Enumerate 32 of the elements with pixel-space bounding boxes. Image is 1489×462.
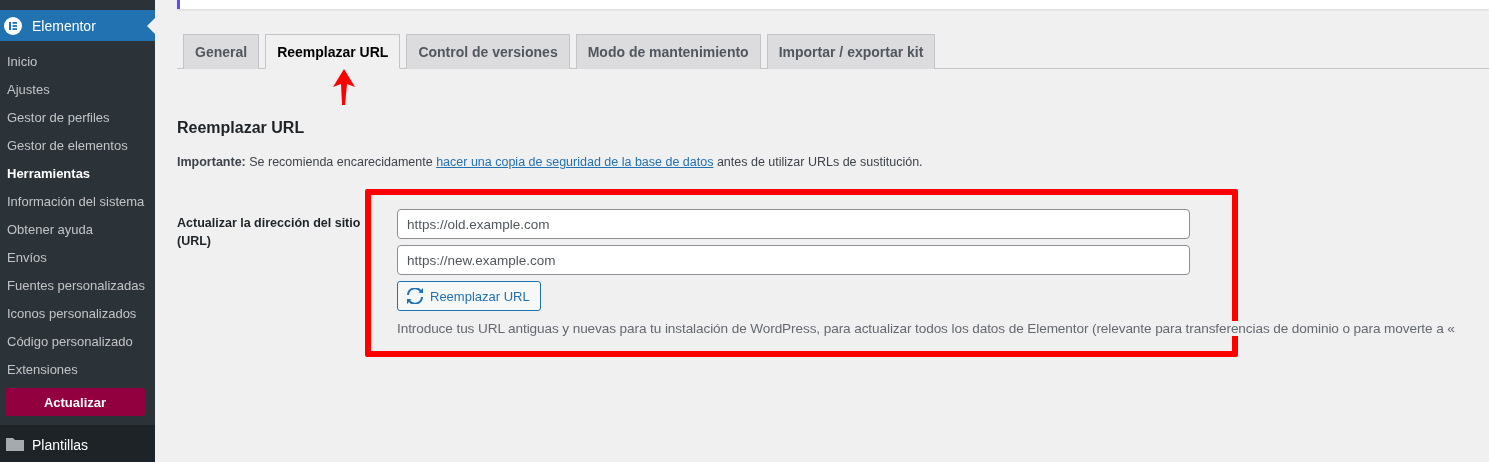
tab[interactable]: General <box>183 34 260 69</box>
sidebar-item[interactable]: Extensiones <box>0 356 155 384</box>
upgrade-button[interactable]: Actualizar <box>5 388 145 416</box>
sidebar-item[interactable]: Código personalizado <box>0 328 155 356</box>
sidebar-item[interactable]: Herramientas <box>0 160 155 188</box>
sidebar-item[interactable]: Gestor de perfiles <box>0 104 155 132</box>
elementor-logo-icon <box>4 16 22 35</box>
folder-icon <box>6 437 24 451</box>
sidebar-item[interactable]: Inicio <box>0 48 155 76</box>
sidebar-item[interactable]: Iconos personalizados <box>0 300 155 328</box>
new-url-field[interactable]: https://new.example.com <box>397 245 1190 275</box>
section-title: Reemplazar URL <box>177 119 306 137</box>
refresh-icon <box>406 288 424 304</box>
annotation-arrow <box>332 69 356 105</box>
tab[interactable]: Modo de mantenimiento <box>575 34 761 69</box>
tab[interactable]: Reemplazar URL <box>265 34 401 69</box>
sidebar-item[interactable]: Ajustes <box>0 76 155 104</box>
sidebar-menu-item[interactable]: Plantillas <box>0 425 155 462</box>
notice-text: Importante: Se recomienda encarecidamente hacer una copia de seguridad de la base de datos antes de utilizar URLs de sustitución. <box>177 155 924 169</box>
tab[interactable]: Importar / exportar kit <box>766 34 936 69</box>
sidebar-item[interactable]: Información del sistema <box>0 188 155 216</box>
old-url-field[interactable]: https://old.example.com <box>397 209 1190 239</box>
sidebar-item[interactable]: Obtener ayuda <box>0 216 155 244</box>
tab[interactable]: Control de versiones <box>406 34 570 69</box>
sidebar-item[interactable]: Envíos <box>0 244 155 272</box>
replace-url-button[interactable]: Reemplazar URL <box>397 281 541 311</box>
sidebar-item[interactable]: Gestor de elementos <box>0 132 155 160</box>
backup-link[interactable]: hacer una copia de seguridad de la base de datos <box>436 155 714 169</box>
sidebar-item[interactable]: Fuentes personalizadas <box>0 272 155 300</box>
field-label: Actualizar la dirección del sitio (URL) <box>177 215 362 250</box>
description-text: Introduce tus URL antiguas y nuevas para tu instalación de WordPress, para actualizar todos los datos de Elementor (relevante para transferencias de dominio o para moverte a « <box>397 321 1455 336</box>
sidebar-menu-header[interactable]: Elementor <box>0 10 155 41</box>
